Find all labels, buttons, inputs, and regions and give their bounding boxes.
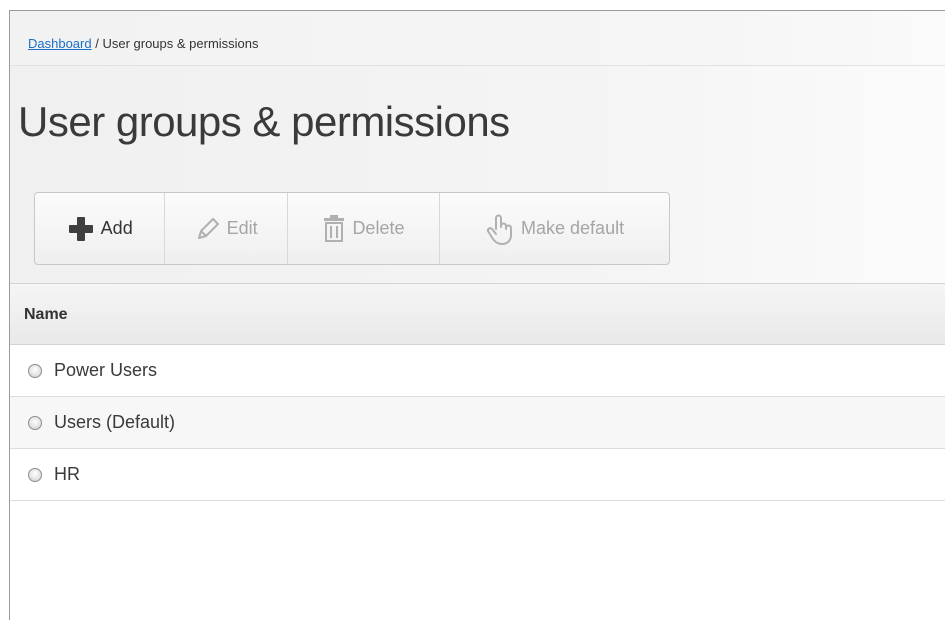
header-area: Dashboard / User groups & permissions Us… [10,11,945,283]
action-toolbar: Add Edit Delete Make default [34,192,670,265]
add-button[interactable]: Add [35,193,166,264]
row-radio[interactable] [28,415,42,430]
make-default-label: Make default [521,218,625,238]
row-label: Users (Default) [54,412,176,432]
breadcrumb: Dashboard / User groups & permissions [10,11,945,66]
breadcrumb-dashboard-link[interactable]: Dashboard [28,36,92,51]
trash-icon [322,214,346,243]
row-label: HR [54,464,80,484]
pencil-icon [195,216,221,242]
plus-icon [67,215,95,243]
table-row[interactable]: HR [10,449,945,501]
delete-button[interactable]: Delete [288,193,441,264]
delete-label: Delete [352,218,405,238]
table-row[interactable]: Power Users [10,345,945,397]
row-radio[interactable] [28,467,42,482]
table-header-name[interactable]: Name [10,283,945,345]
page-title: User groups & permissions [18,98,510,145]
breadcrumb-current: User groups & permissions [102,36,259,51]
edit-label: Edit [226,218,258,238]
row-radio[interactable] [28,363,42,378]
table-row[interactable]: Users (Default) [10,397,945,449]
breadcrumb-separator: / [91,36,103,51]
edit-button[interactable]: Edit [165,193,288,264]
row-label: Power Users [54,360,158,380]
group-list: Power Users Users (Default) HR [10,345,945,501]
make-default-button[interactable]: Make default [440,193,669,264]
main-panel: Dashboard / User groups & permissions Us… [9,10,945,620]
add-label: Add [100,218,133,238]
hand-pointer-icon [485,213,515,245]
